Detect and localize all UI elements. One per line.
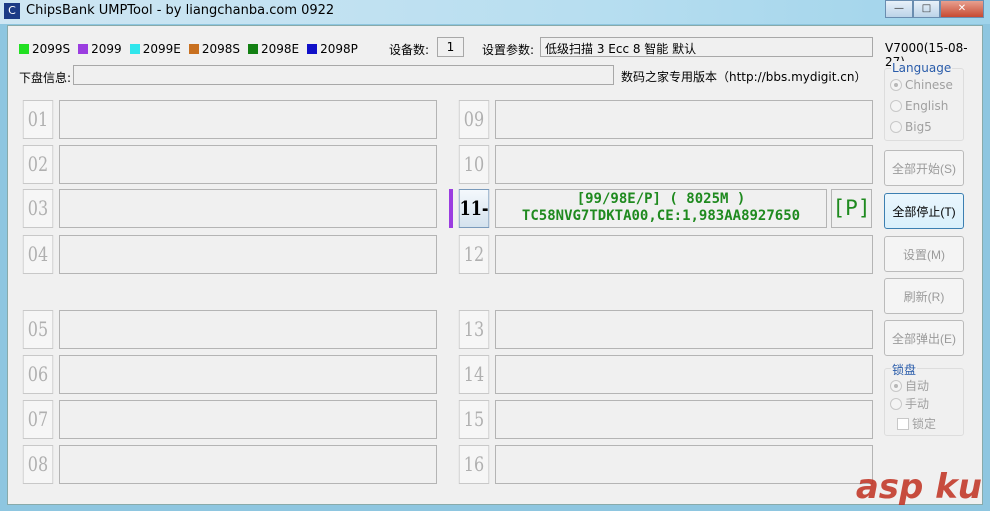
slot-status-box	[59, 145, 437, 184]
legend-swatch	[307, 44, 318, 54]
legend-item: 2099E	[129, 42, 181, 56]
window-title: ChipsBank UMPTool - by liangchanba.com 0…	[26, 3, 335, 18]
slot-tag: [P]	[831, 189, 872, 228]
settings-button[interactable]: 设置(M)	[884, 236, 964, 272]
legend-swatch	[129, 44, 140, 54]
app-icon: C	[4, 3, 20, 19]
minimize-button[interactable]: —	[885, 0, 913, 18]
slot-status-box	[59, 310, 437, 349]
language-big5-radio[interactable]: Big5	[890, 120, 932, 134]
legend-item: 2098S	[188, 42, 240, 56]
legend-swatch	[78, 44, 89, 54]
slot-status-box	[59, 189, 437, 228]
slot-number: 12	[458, 235, 490, 274]
device-count-field: 1	[437, 37, 464, 57]
disk-info-field	[73, 65, 614, 85]
lock-checkbox[interactable]: 锁定	[897, 415, 936, 432]
stop-all-button[interactable]: 全部停止(T)	[884, 193, 964, 229]
slot-status-box	[59, 235, 437, 274]
maximize-button[interactable]: □	[913, 0, 940, 18]
main-window: 2099S 2099 2099E 2098S 2098E 2098P 设备数: 1 设置参…	[7, 25, 983, 505]
lock-manual-radio[interactable]: 手动	[890, 395, 929, 412]
slot-status-box	[495, 400, 873, 439]
language-group: Language Chinese English Big5	[884, 61, 964, 141]
chip-legend: 2099S 2099 2099E 2098S 2098E 2098P	[19, 42, 358, 56]
slot-number: 05	[22, 310, 54, 349]
eject-all-button[interactable]: 全部弹出(E)	[884, 320, 964, 356]
legend-item: 2098E	[247, 42, 299, 56]
slot-status-box	[495, 355, 873, 394]
legend-swatch	[188, 44, 199, 54]
legend-swatch	[19, 44, 29, 54]
slot-status-box	[59, 100, 437, 139]
lock-auto-radio[interactable]: 自动	[890, 377, 929, 394]
watermark: asp ku	[855, 467, 982, 507]
slot-status-box	[495, 235, 873, 274]
refresh-button[interactable]: 刷新(R)	[884, 278, 964, 314]
slot-number: 01	[22, 100, 54, 139]
settings-field: 低级扫描 3 Ecc 8 智能 默认	[540, 37, 873, 57]
slot-number: 06	[22, 355, 54, 394]
slot-number: 03	[22, 189, 54, 228]
lock-group-title: 锁盘	[891, 361, 918, 378]
slot-number: 13	[458, 310, 490, 349]
slot-status-box	[495, 100, 873, 139]
slot-color-indicator	[449, 189, 453, 228]
legend-item: 2098P	[307, 42, 358, 56]
slot-number: 15	[458, 400, 490, 439]
slot-number: 07	[22, 400, 54, 439]
slot-number: 08	[22, 445, 54, 484]
legend-item: 2099S	[19, 42, 70, 56]
slot-number: 09	[458, 100, 490, 139]
slot-status-box	[59, 445, 437, 484]
edition-label: 数码之家专用版本（http://bbs.mydigit.cn）	[621, 70, 867, 84]
legend-swatch	[247, 44, 258, 54]
slot-info-line1: [99/98E/P] ( 8025M )	[576, 191, 746, 207]
slot-number-active[interactable]: 11-I	[458, 189, 490, 257]
slot-number: 16	[458, 445, 490, 484]
slot-status-box	[495, 145, 873, 184]
legend-item: 2099	[78, 42, 122, 56]
language-english-radio[interactable]: English	[890, 99, 948, 113]
slot-status-box-active: [99/98E/P] ( 8025M ) TC58NVG7TDKTA00,CE:1…	[495, 189, 827, 228]
slot-status-box	[495, 310, 873, 349]
slot-status-box	[59, 355, 437, 394]
slot-number: 02	[22, 145, 54, 184]
slot-info-line2: TC58NVG7TDKTA00,CE:1,983AA8927650	[521, 208, 801, 224]
disk-info-label: 下盘信息:	[19, 71, 72, 85]
language-group-title: Language	[891, 61, 953, 75]
slot-number: 04	[22, 235, 54, 274]
device-count-label: 设备数:	[389, 43, 430, 57]
lock-group: 锁盘 自动 手动 锁定	[884, 361, 964, 436]
slot-number: 10	[458, 145, 490, 184]
settings-label: 设置参数:	[482, 43, 535, 57]
slot-status-box	[495, 445, 873, 484]
start-all-button[interactable]: 全部开始(S)	[884, 150, 964, 186]
language-chinese-radio[interactable]: Chinese	[890, 78, 953, 92]
title-bar: C ChipsBank UMPTool - by liangchanba.com…	[0, 0, 990, 24]
slot-number: 14	[458, 355, 490, 394]
slot-status-box	[59, 400, 437, 439]
close-button[interactable]: ✕	[940, 0, 984, 18]
